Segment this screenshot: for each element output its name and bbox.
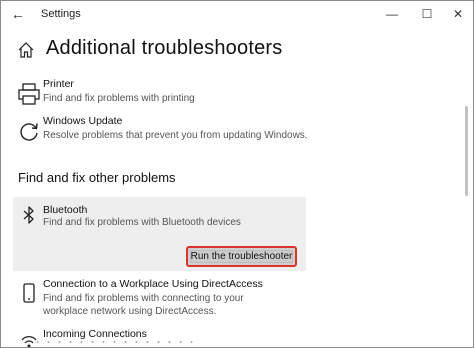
- settings-window: ← Settings — ☐ ✕ Additional troubleshoot…: [0, 0, 474, 348]
- bluetooth-icon: [17, 203, 41, 227]
- maximize-icon: ☐: [421, 7, 433, 21]
- run-troubleshooter-label: Run the troubleshooter: [190, 250, 293, 263]
- item-name: Bluetooth: [43, 204, 88, 216]
- back-arrow-icon: ←: [11, 6, 25, 22]
- minimize-button[interactable]: —: [381, 4, 403, 24]
- troubleshooter-windows-update[interactable]: Windows Update Resolve problems that pre…: [13, 115, 313, 151]
- item-description: Find and fix problems with connecting to…: [43, 293, 244, 317]
- item-description: Find and fix problems with Bluetooth dev…: [43, 217, 241, 228]
- back-button[interactable]: ←: [9, 5, 27, 23]
- printer-icon: [17, 82, 41, 106]
- scrollbar[interactable]: [465, 106, 468, 196]
- phone-icon: [17, 282, 41, 306]
- run-troubleshooter-button[interactable]: Run the troubleshooter: [186, 246, 297, 267]
- item-name: Incoming Connections: [43, 328, 147, 340]
- troubleshooter-incoming-connections[interactable]: Incoming Connections: [13, 328, 313, 347]
- troubleshooter-directaccess[interactable]: Connection to a Workplace Using DirectAc…: [13, 278, 313, 326]
- close-icon: ✕: [452, 7, 464, 21]
- troubleshooter-printer[interactable]: Printer Find and fix problems with print…: [13, 78, 313, 114]
- torn-edge-divider: [21, 340, 201, 344]
- page-title: Additional troubleshooters: [46, 37, 283, 59]
- title-bar: ← Settings — ☐ ✕: [1, 1, 473, 28]
- update-icon: [17, 119, 41, 143]
- close-button[interactable]: ✕: [447, 4, 469, 24]
- item-description: Resolve problems that prevent you from u…: [43, 130, 308, 141]
- section-title: Find and fix other problems: [18, 170, 176, 185]
- app-title: Settings: [41, 8, 81, 20]
- item-name: Connection to a Workplace Using DirectAc…: [43, 278, 263, 290]
- maximize-button[interactable]: ☐: [416, 4, 438, 24]
- item-description: Find and fix problems with printing: [43, 93, 195, 104]
- minimize-icon: —: [386, 7, 398, 21]
- home-icon[interactable]: [17, 41, 35, 59]
- item-name: Windows Update: [43, 115, 123, 127]
- item-name: Printer: [43, 78, 74, 90]
